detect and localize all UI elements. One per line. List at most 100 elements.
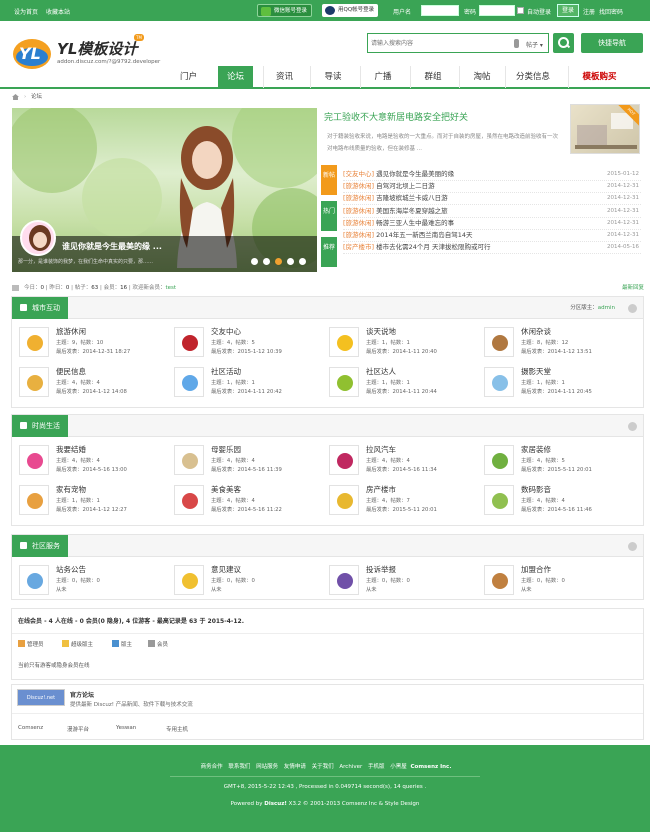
forum-icon[interactable]: [19, 445, 49, 475]
forum-icon[interactable]: [174, 445, 204, 475]
discuz-logo[interactable]: Discuz!.net: [17, 689, 65, 706]
forum-icon[interactable]: [329, 565, 359, 595]
section-title[interactable]: 社区服务: [12, 535, 68, 557]
forum-icon[interactable]: [484, 367, 514, 397]
forum-name[interactable]: 拉风汽车: [366, 444, 396, 455]
home-icon[interactable]: [12, 94, 19, 100]
post-title[interactable]: 自驾河北坝上二日游: [376, 182, 435, 190]
nav-item-broadcast[interactable]: 广播: [360, 66, 405, 88]
forgot-password-link[interactable]: 找回密码: [599, 7, 623, 16]
post-category[interactable]: [交友中心]: [343, 170, 374, 178]
latest-post-item[interactable]: [旅游休闲] 畅游三亚人生中最难忘的事 2014-12-31: [343, 217, 641, 230]
forum-icon[interactable]: [329, 445, 359, 475]
post-title[interactable]: 2014年五一新西兰南岛自驾14天: [376, 231, 472, 239]
forum-last-post[interactable]: 最后发表：2015-5-11 20:01: [366, 505, 437, 513]
slide-title[interactable]: 谁见你就是今生最美的缘 ...: [62, 241, 162, 252]
set-home-link[interactable]: 设为首页: [14, 9, 38, 16]
post-title[interactable]: 楼市去化需24个月 天津拔松限购或可行: [376, 243, 490, 251]
forum-name[interactable]: 数码影音: [521, 484, 551, 495]
password-input[interactable]: [479, 5, 515, 16]
logo-icon[interactable]: YL: [12, 35, 52, 71]
tab-hot[interactable]: 热门: [321, 201, 337, 231]
forum-name[interactable]: 意见建议: [211, 564, 241, 575]
forum-icon[interactable]: [329, 367, 359, 397]
footer-link[interactable]: 小黑屋: [390, 764, 407, 770]
newest-member-link[interactable]: test: [166, 285, 177, 291]
post-title[interactable]: 遇见你就是今生最美丽的缘: [376, 170, 454, 178]
footer-link[interactable]: Comsenz Inc.: [411, 764, 452, 770]
forum-name[interactable]: 社区达人: [366, 366, 396, 377]
footer-link[interactable]: 关于我们: [312, 764, 334, 770]
collapse-icon[interactable]: [628, 542, 637, 551]
latest-post-item[interactable]: [房产楼市] 楼市去化需24个月 天津拔松限购或可行 2014-05-16: [343, 241, 641, 255]
forum-icon[interactable]: [19, 367, 49, 397]
nav-item-guide[interactable]: 导读: [310, 66, 355, 88]
post-title[interactable]: 畅游三亚人生中最难忘的事: [376, 219, 454, 227]
collapse-icon[interactable]: [628, 422, 637, 431]
forum-last-post[interactable]: 最后发表：2014-5-16 11:46: [521, 505, 592, 513]
latest-post-item[interactable]: [旅游休闲] 美国东海岸冬夏穿越之旅 2014-12-31: [343, 205, 641, 218]
slider-dot[interactable]: [299, 258, 306, 265]
forum-name[interactable]: 站务公告: [56, 564, 86, 575]
footer-link[interactable]: 友情申请: [284, 764, 306, 770]
forum-icon[interactable]: [19, 565, 49, 595]
tab-new-posts[interactable]: 新帖: [321, 165, 337, 195]
discuz-link[interactable]: Discuz!: [264, 801, 287, 807]
slider-dot[interactable]: [287, 258, 294, 265]
latest-reply-link[interactable]: 最新回复: [622, 282, 644, 294]
post-title[interactable]: 美国东海岸冬夏穿越之旅: [376, 207, 448, 215]
forum-icon[interactable]: [174, 485, 204, 515]
footer-link[interactable]: 商务合作: [201, 764, 223, 770]
qq-login-button[interactable]: 用QQ帐号登录: [322, 4, 379, 17]
online-header[interactable]: 在线会员 - 4 人在线 - 0 会员(0 隐身), 4 位游客 - 最高记录是…: [18, 616, 244, 625]
slider-dot[interactable]: [263, 258, 270, 265]
forum-name[interactable]: 加盟合作: [521, 564, 551, 575]
featured-title[interactable]: 完工验收不大意新居电路安全把好关: [324, 110, 468, 123]
bookmark-link[interactable]: 收藏本站: [46, 9, 70, 16]
forum-icon[interactable]: [329, 327, 359, 357]
search-input[interactable]: [371, 37, 511, 50]
post-category[interactable]: [房产楼市]: [343, 243, 374, 251]
forum-icon[interactable]: [174, 367, 204, 397]
footer-link[interactable]: Archiver: [339, 764, 362, 770]
forum-last-post[interactable]: 最后发表：2014-5-16 13:00: [56, 465, 127, 473]
latest-post-item[interactable]: [旅游休闲] 2014年五一新西兰南岛自驾14天 2014-12-31: [343, 229, 641, 242]
breadcrumb-current[interactable]: 论坛: [31, 91, 42, 104]
forum-last-post[interactable]: 最后发表：2014-5-16 11:22: [211, 505, 282, 513]
nav-item-portal[interactable]: 门户: [170, 66, 207, 88]
forum-icon[interactable]: [484, 445, 514, 475]
nav-item-group[interactable]: 群组: [410, 66, 455, 88]
microphone-icon[interactable]: [514, 39, 519, 48]
forum-icon[interactable]: [19, 327, 49, 357]
nav-item-template-buy[interactable]: 模板购买: [568, 66, 630, 88]
image-slider[interactable]: 谁见你就是今生最美的缘 ... 那一分，是谁装饰的我梦，在我们生命中真实的只要，…: [12, 108, 317, 272]
tab-recommend[interactable]: 推荐: [321, 237, 337, 267]
forum-last-post[interactable]: 最后发表：2014-1-11 20:44: [366, 387, 437, 395]
collapse-icon[interactable]: [628, 304, 637, 313]
post-title[interactable]: 吉隆坡槟城兰卡威八日游: [376, 194, 448, 202]
section-title[interactable]: 城市互动: [12, 297, 68, 319]
forum-name[interactable]: 旅游休闲: [56, 326, 86, 337]
post-category[interactable]: [旅游休闲]: [343, 231, 374, 239]
login-button[interactable]: 登录: [557, 4, 579, 17]
post-category[interactable]: [旅游休闲]: [343, 219, 374, 227]
forum-last-post[interactable]: 最后发表：2014-5-16 11:39: [211, 465, 282, 473]
forum-name[interactable]: 母婴乐园: [211, 444, 241, 455]
nav-item-forum[interactable]: 论坛: [218, 66, 253, 88]
search-button[interactable]: [553, 33, 574, 53]
latest-post-item[interactable]: [交友中心] 遇见你就是今生最美丽的缘 2015-01-12: [343, 168, 641, 181]
featured-image[interactable]: HOT: [570, 104, 640, 154]
post-category[interactable]: [旅游休闲]: [343, 194, 374, 202]
forum-name[interactable]: 家居装修: [521, 444, 551, 455]
slider-dot[interactable]: [251, 258, 258, 265]
footer-link[interactable]: 手机版: [368, 764, 385, 770]
forum-name[interactable]: 我要结婚: [56, 444, 86, 455]
forum-last-post[interactable]: 从未: [521, 585, 532, 593]
forum-icon[interactable]: [19, 485, 49, 515]
wechat-login-button[interactable]: 微信账号登录: [257, 4, 313, 17]
forum-name[interactable]: 社区活动: [211, 366, 241, 377]
forum-icon[interactable]: [329, 485, 359, 515]
forum-last-post[interactable]: 最后发表：2014-1-11 20:40: [366, 347, 437, 355]
auto-login-checkbox[interactable]: [517, 7, 524, 14]
forum-icon[interactable]: [484, 565, 514, 595]
